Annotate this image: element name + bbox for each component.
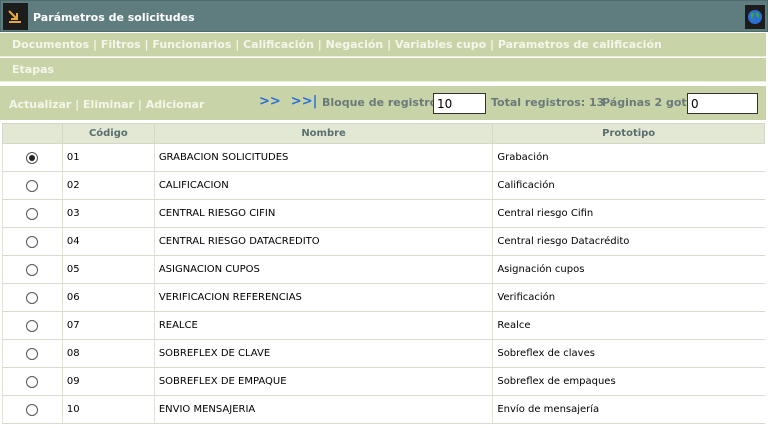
header-nombre[interactable]: Nombre <box>153 123 494 144</box>
cell-codigo: 05 <box>61 255 155 284</box>
menu-item[interactable]: Filtros <box>101 38 141 51</box>
row-radio-button[interactable] <box>26 403 39 416</box>
globe-icon[interactable] <box>745 5 765 29</box>
table-row[interactable]: 09 SOBREFLEX DE EMPAQUE Sobreflex de empaq… <box>2 367 765 396</box>
adicionar-link[interactable]: Adicionar <box>146 98 205 111</box>
main-menu: Documentos | Filtros | Funcionarios | Ca… <box>0 33 766 57</box>
row-select-cell <box>2 227 63 256</box>
eliminar-link[interactable]: Eliminar <box>83 98 134 111</box>
menu-item[interactable]: Calificación <box>243 38 314 51</box>
cell-prototipo: Realce <box>492 311 765 340</box>
row-select-cell <box>2 395 63 424</box>
cell-codigo: 03 <box>61 199 155 228</box>
separator: | <box>134 98 146 111</box>
cell-codigo: 10 <box>61 395 155 424</box>
next-page-link[interactable]: >> <box>259 94 281 109</box>
menu-separator: | <box>140 38 153 51</box>
cell-codigo: 08 <box>61 339 155 368</box>
cell-codigo: 02 <box>61 171 155 200</box>
cell-prototipo: Central riesgo Cifin <box>492 199 765 228</box>
table-row[interactable]: 03 CENTRAL RIESGO CIFIN Central riesgo Cif… <box>2 199 765 228</box>
cell-prototipo: Central riesgo Datacrédito <box>492 227 765 256</box>
menu-item[interactable]: Variables cupo <box>395 38 486 51</box>
cell-nombre: CALIFICACION <box>153 171 493 200</box>
table-row[interactable]: 07 REALCE Realce <box>2 311 765 340</box>
table-row[interactable]: 08 SOBREFLEX DE CLAVE Sobreflex de claves <box>2 339 765 368</box>
menu-item[interactable]: Funcionarios <box>152 38 231 51</box>
row-radio-button[interactable] <box>26 151 39 164</box>
records-toolbar: Actualizar | Eliminar | Adicionar >> >>| … <box>0 86 766 120</box>
cell-codigo: 09 <box>61 367 155 396</box>
cell-nombre: CENTRAL RIESGO DATACREDITO <box>153 227 493 256</box>
cell-prototipo: Sobreflex de empaques <box>492 367 765 396</box>
menu-item[interactable]: Etapas <box>12 63 54 76</box>
row-select-cell <box>2 171 63 200</box>
menu-separator: | <box>89 38 101 51</box>
row-radio-button[interactable] <box>26 235 39 248</box>
cell-nombre: SOBREFLEX DE CLAVE <box>153 339 493 368</box>
cell-codigo: 04 <box>61 227 155 256</box>
table-row[interactable]: 05 ASIGNACION CUPOS Asignación cupos <box>2 255 765 284</box>
corner-arrow-icon[interactable] <box>3 3 28 30</box>
row-select-cell <box>2 143 63 172</box>
table-row[interactable]: 01 GRABACION SOLICITUDES Grabación <box>2 143 765 172</box>
cell-prototipo: Grabación <box>492 143 765 172</box>
last-page-link[interactable]: >>| <box>291 94 318 109</box>
secondary-menu: Etapas <box>0 58 766 82</box>
block-label: Bloque de registros: <box>322 96 449 109</box>
header-codigo[interactable]: Código <box>61 123 155 144</box>
table-row[interactable]: 04 CENTRAL RIESGO DATACREDITO Central ries… <box>2 227 765 256</box>
row-radio-button[interactable] <box>26 291 39 304</box>
cell-nombre: REALCE <box>153 311 493 340</box>
cell-nombre: VERIFICACION REFERENCIAS <box>153 283 493 312</box>
cell-prototipo: Verificación <box>492 283 765 312</box>
row-select-cell <box>2 311 63 340</box>
row-radio-button[interactable] <box>26 375 39 388</box>
goto-page-input[interactable] <box>687 93 758 114</box>
row-select-cell <box>2 199 63 228</box>
header-prototipo[interactable]: Prototipo <box>492 123 765 144</box>
cell-nombre: ENVIO MENSAJERIA <box>153 395 493 424</box>
table-header-row: Código Nombre Prototipo <box>2 123 765 144</box>
header-select <box>2 123 63 144</box>
menu-item[interactable]: Negación <box>326 38 384 51</box>
cell-nombre: CENTRAL RIESGO CIFIN <box>153 199 493 228</box>
cell-nombre: GRABACION SOLICITUDES <box>153 143 493 172</box>
pages-goto-label: Páginas 2 goto: <box>602 96 699 109</box>
row-radio-button[interactable] <box>26 347 39 360</box>
menu-separator: | <box>383 38 395 51</box>
table-row[interactable]: 06 VERIFICACION REFERENCIAS Verificación <box>2 283 765 312</box>
row-radio-button[interactable] <box>26 207 39 220</box>
total-records-label: Total registros: 13 <box>491 96 605 109</box>
cell-codigo: 07 <box>61 311 155 340</box>
cell-nombre: SOBREFLEX DE EMPAQUE <box>153 367 493 396</box>
window-titlebar: Parámetros de solicitudes <box>0 0 768 32</box>
cell-codigo: 06 <box>61 283 155 312</box>
records-table: Código Nombre Prototipo 01 GRABACION SOLI… <box>2 123 765 424</box>
menu-item[interactable]: Parametros de calificación <box>498 38 662 51</box>
menu-separator: | <box>313 38 326 51</box>
row-radio-button[interactable] <box>26 179 39 192</box>
cell-prototipo: Asignación cupos <box>492 255 765 284</box>
row-select-cell <box>2 339 63 368</box>
row-select-cell <box>2 367 63 396</box>
cell-codigo: 01 <box>61 143 155 172</box>
actualizar-link[interactable]: Actualizar <box>9 98 71 111</box>
row-radio-button[interactable] <box>26 263 39 276</box>
row-radio-button[interactable] <box>26 319 39 332</box>
table-row[interactable]: 10 ENVIO MENSAJERIA Envío de mensajería <box>2 395 765 424</box>
cell-prototipo: Envío de mensajería <box>492 395 765 424</box>
block-size-input[interactable] <box>433 93 486 114</box>
menu-separator: | <box>231 38 244 51</box>
window-title: Parámetros de solicitudes <box>33 11 195 24</box>
table-row[interactable]: 02 CALIFICACION Calificación <box>2 171 765 200</box>
menu-item[interactable]: Documentos <box>12 38 89 51</box>
row-select-cell <box>2 283 63 312</box>
menu-separator: | <box>486 38 498 51</box>
separator: | <box>71 98 84 111</box>
cell-prototipo: Sobreflex de claves <box>492 339 765 368</box>
cell-prototipo: Calificación <box>492 171 765 200</box>
cell-nombre: ASIGNACION CUPOS <box>153 255 493 284</box>
row-select-cell <box>2 255 63 284</box>
